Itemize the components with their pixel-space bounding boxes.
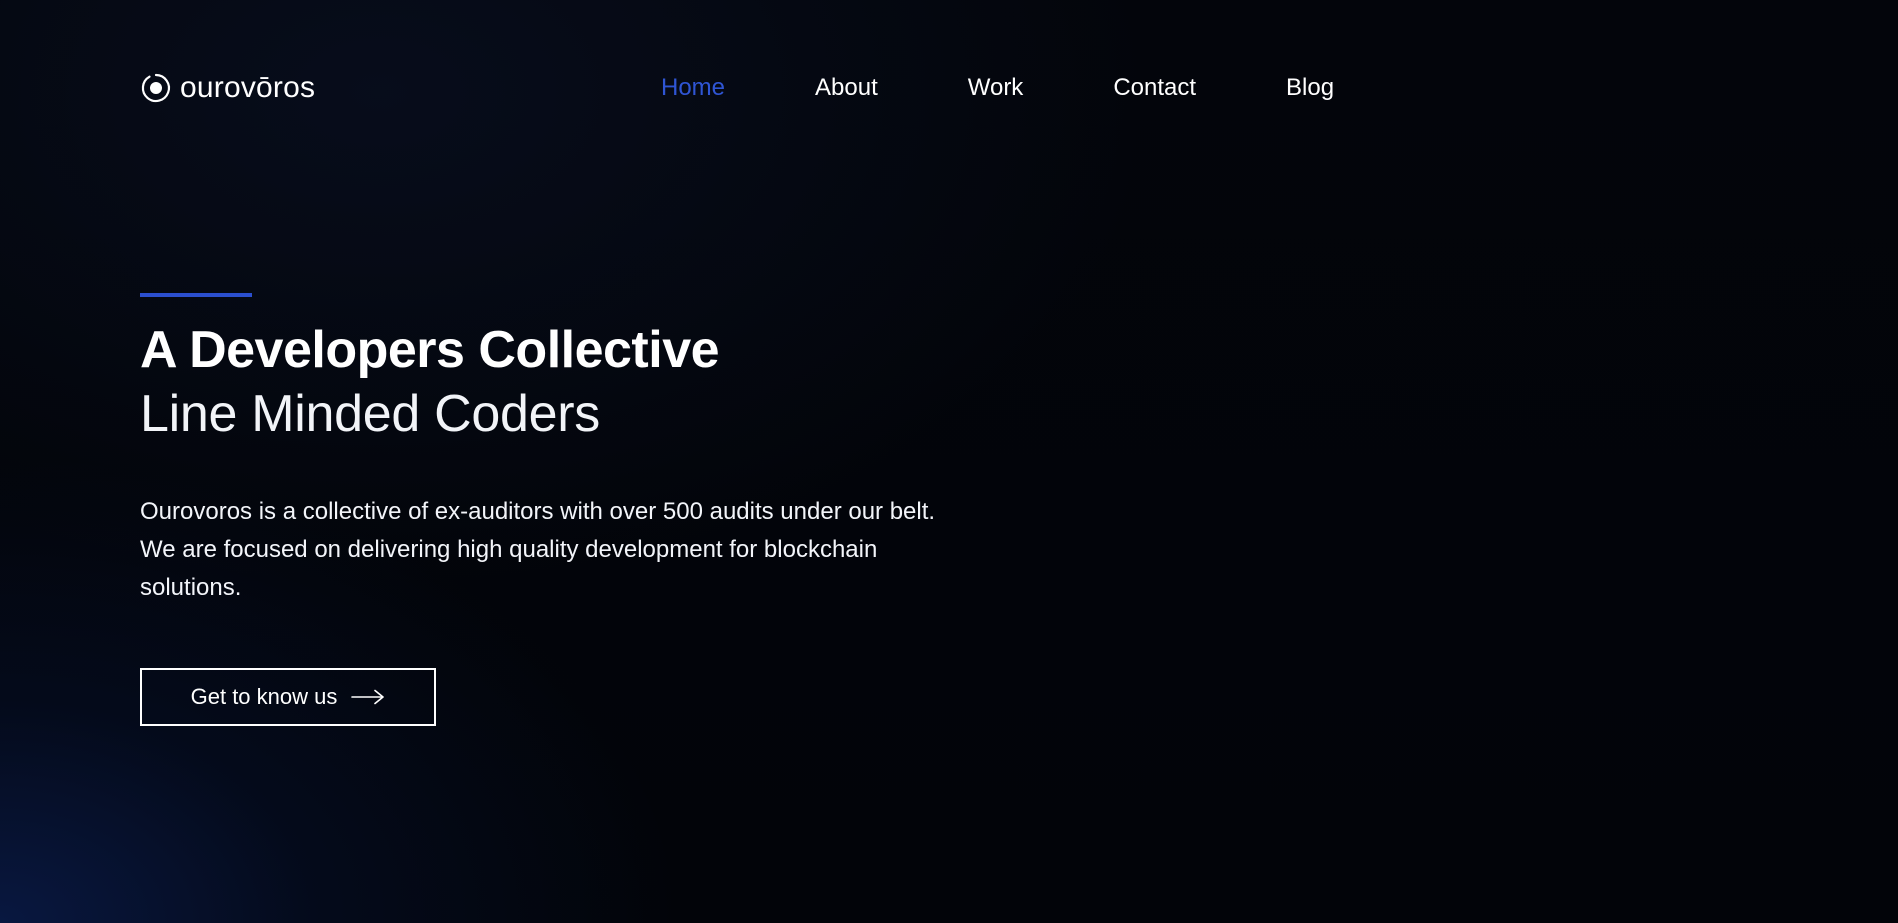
hero-title: A Developers Collective (140, 321, 720, 379)
hero-subtitle: Line Minded Coders (140, 385, 600, 443)
get-to-know-us-button[interactable]: Get to know us (140, 668, 436, 726)
nav-link-work[interactable]: Work (968, 72, 1024, 104)
main-nav: Home About Work Contact Blog (661, 72, 1334, 104)
nav-link-contact[interactable]: Contact (1113, 72, 1196, 104)
nav-link-about[interactable]: About (815, 72, 878, 104)
circle-dot-logo-icon (141, 73, 171, 103)
arrow-right-icon (351, 689, 385, 705)
cta-label: Get to know us (190, 684, 338, 709)
accent-divider (140, 293, 252, 297)
logo-wordmark: ourovōros (180, 71, 316, 104)
nav-link-blog[interactable]: Blog (1286, 72, 1334, 104)
hero-intro: Ourovoros is a collective of ex-auditors… (140, 498, 936, 601)
site-logo[interactable]: ourovōros (140, 70, 315, 106)
nav-link-home[interactable]: Home (661, 72, 725, 104)
